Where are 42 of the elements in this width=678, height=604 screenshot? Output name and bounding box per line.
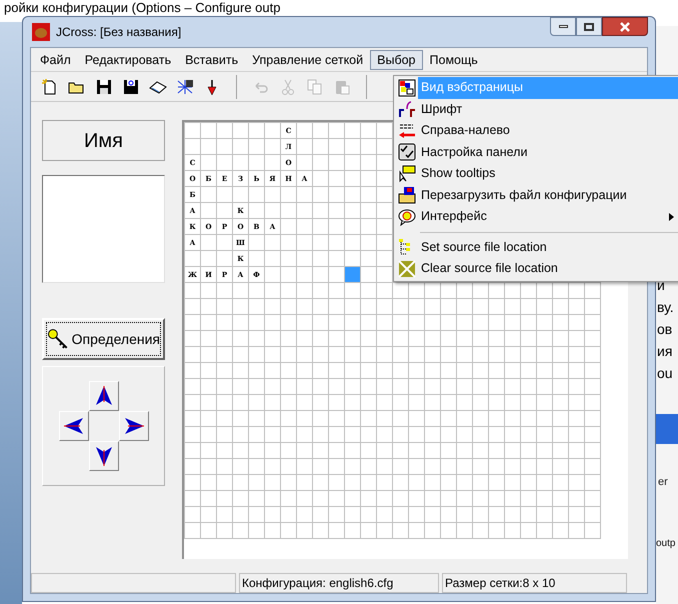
webpage-picture-icon [398, 78, 416, 97]
menu-item[interactable]: Выбор [370, 50, 423, 70]
key-icon [47, 328, 69, 350]
document-text: ия [657, 342, 674, 361]
menu-option[interactable]: Шрифт [396, 98, 678, 120]
tooltip-pointer-icon [398, 164, 416, 183]
close-button[interactable] [602, 17, 648, 36]
left-arrow-button[interactable] [58, 411, 88, 441]
app-logo-icon [32, 23, 50, 41]
document-text: ов [657, 320, 674, 339]
banner-strip [656, 414, 678, 444]
font-icon [398, 100, 416, 118]
menu-item[interactable]: Вставить [178, 50, 246, 70]
definitions-button[interactable]: Определения [42, 318, 165, 360]
document-text: ou [657, 364, 674, 383]
window-title: JCross: [Без названия] [56, 24, 182, 41]
selected-cell[interactable] [345, 267, 360, 282]
menu-item[interactable]: Помощь [422, 50, 485, 70]
menu-item[interactable]: Файл [33, 50, 78, 70]
right-arrow-button[interactable] [118, 411, 148, 441]
minimize-button[interactable] [550, 17, 576, 36]
right-to-left-icon [398, 122, 416, 140]
status-text: Размер сетки:8 x 10 [442, 573, 627, 593]
status-text: Конфигурация: english6.cfg [239, 573, 439, 593]
menu-item[interactable]: Редактировать [78, 50, 178, 70]
up-arrow-button[interactable] [88, 381, 118, 411]
folder-picture-icon [398, 186, 416, 204]
smiley-speech-icon [398, 208, 416, 226]
name-label: Имя [42, 120, 165, 161]
arrowhead-icon [122, 415, 144, 437]
checkbox-ticks-icon [398, 143, 416, 162]
arrowhead-icon [62, 415, 84, 437]
document-text: ву. [657, 298, 675, 317]
tab-text: er [657, 475, 669, 490]
grid-pattern-icon[interactable] [176, 78, 194, 96]
crossed-folder-icon [398, 260, 416, 278]
maximize-button[interactable] [576, 17, 602, 36]
menu-item[interactable]: Управление сеткой [245, 50, 370, 70]
down-arrow-button[interactable] [88, 441, 118, 471]
document-text: outp [656, 536, 676, 550]
background-heading: ройки конфигурации (Options – Configure outp [4, 0, 280, 15]
close-icon [619, 22, 631, 32]
